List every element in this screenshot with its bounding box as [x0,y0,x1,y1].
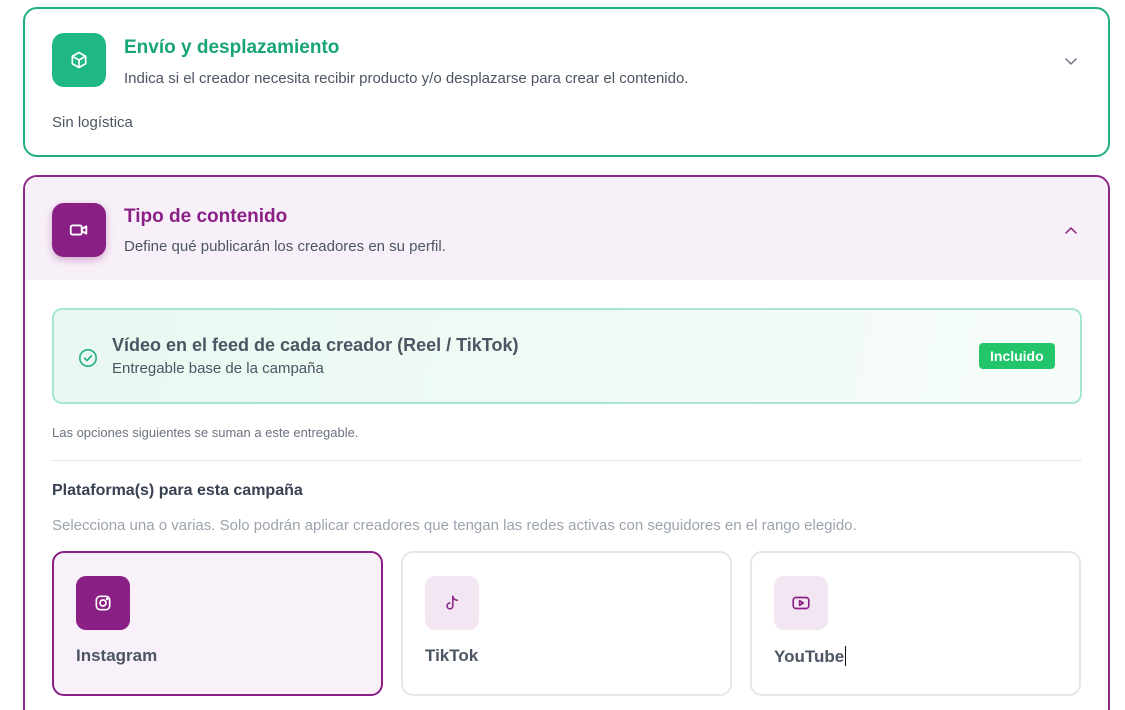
platforms-help: Selecciona una o varias. Solo podrán apl… [52,517,857,534]
included-title: Vídeo en el feed de cada creador (Reel /… [112,335,519,355]
platform-label: YouTube [774,646,847,667]
platform-option-instagram[interactable]: Instagram [52,551,383,696]
platform-option-tiktok[interactable]: TikTok [401,551,732,696]
platform-option-youtube[interactable]: YouTube [750,551,1081,696]
check-circle-icon [79,349,97,367]
platform-label: Instagram [76,646,158,665]
text-cursor [845,646,847,666]
video-camera-icon [52,203,106,257]
content-type-description: Define qué publicarán los creadores en s… [124,238,446,255]
campaign-form: Envío y desplazamiento Indica si el crea… [0,0,1125,710]
included-subtitle: Entregable base de la campaña [112,360,324,377]
shipping-title: Envío y desplazamiento [124,37,340,58]
platform-label-text: YouTube [774,647,845,666]
chevron-up-icon[interactable] [1060,220,1082,242]
instagram-icon [76,576,130,630]
platforms-label: Plataforma(s) para esta campaña [52,482,303,499]
box-icon [52,33,106,87]
included-deliverable: Vídeo en el feed de cada creador (Reel /… [52,308,1082,404]
tiktok-icon [425,576,479,630]
deliverable-note: Las opciones siguientes se suman a este … [52,425,359,440]
shipping-card[interactable]: Envío y desplazamiento Indica si el crea… [23,7,1110,157]
shipping-value: Sin logística [52,114,133,131]
chevron-down-icon[interactable] [1060,50,1082,72]
youtube-icon [774,576,828,630]
shipping-description: Indica si el creador necesita recibir pr… [124,70,689,87]
platform-label: TikTok [425,646,479,665]
included-badge: Incluido [979,343,1055,369]
divider [52,460,1082,461]
content-type-header[interactable] [25,177,1108,280]
content-type-card: Tipo de contenido Define qué publicarán … [23,175,1110,710]
content-type-title: Tipo de contenido [124,206,288,227]
